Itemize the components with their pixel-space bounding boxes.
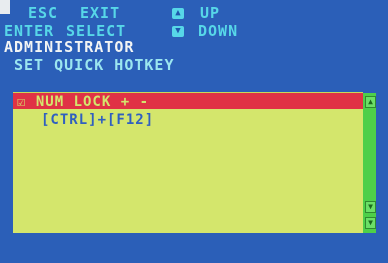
arrow-up-icon: ▲	[172, 8, 184, 19]
menu-item-label: ☑ NUM LOCK + -	[17, 94, 150, 110]
scroll-end-icon[interactable]: ▼	[365, 217, 376, 229]
arrow-down-icon: ▼	[172, 26, 184, 37]
screen-edge-marker	[0, 0, 10, 14]
osd-screen: ESC EXIT ▲ UP ENTER SELECT ▼ DOWN ADMINI…	[0, 0, 388, 263]
menu-item-selected[interactable]: ☑ NUM LOCK + -	[13, 93, 363, 110]
hotkey-menu-panel: ☑ NUM LOCK + - [CTRL]+[F12] ▲ ▼ ▼	[13, 92, 376, 233]
scroll-up-icon[interactable]: ▲	[365, 96, 376, 108]
page-title: SET QUICK HOTKEY	[14, 56, 175, 74]
select-action-label: SELECT	[66, 22, 127, 40]
enter-key-label: ENTER	[4, 22, 55, 40]
scrollbar[interactable]: ▲ ▼ ▼	[363, 93, 376, 233]
up-label: UP	[200, 4, 221, 22]
scroll-down-icon[interactable]: ▼	[365, 201, 376, 213]
down-label: DOWN	[198, 22, 239, 40]
menu-item-label[interactable]: [CTRL]+[F12]	[41, 112, 154, 128]
esc-key-label: ESC	[28, 4, 59, 22]
user-name: ADMINISTRATOR	[4, 38, 135, 56]
exit-action-label: EXIT	[80, 4, 121, 22]
